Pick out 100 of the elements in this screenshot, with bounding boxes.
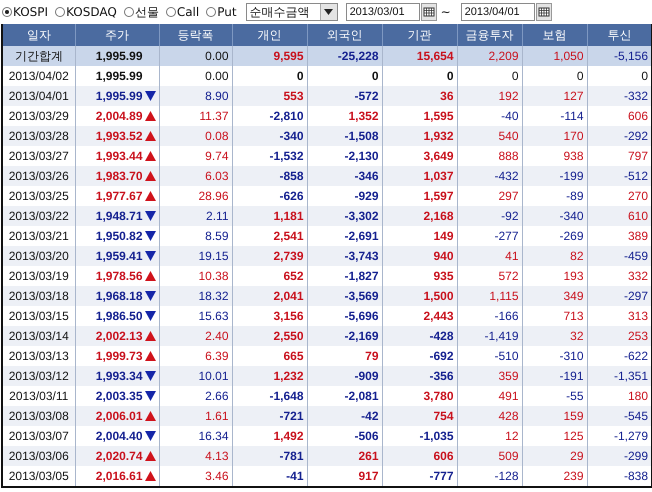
net-amount-cell: 1,037: [423, 169, 454, 183]
change-cell: 6.39: [205, 349, 228, 363]
net-amount-cell: 1,597: [423, 189, 454, 203]
date-cell: 2013/03/06: [8, 449, 69, 463]
column-header[interactable]: 투신: [587, 24, 652, 46]
net-amount-cell: 935: [433, 269, 454, 283]
net-amount-cell: 940: [433, 249, 454, 263]
change-cell: 8.59: [205, 229, 228, 243]
net-amount-cell: -838: [624, 469, 648, 483]
market-radio[interactable]: Call: [166, 5, 200, 19]
measure-dropdown[interactable]: 순매수금액: [246, 3, 338, 21]
market-radio[interactable]: KOSDAQ: [55, 5, 117, 19]
net-amount-cell: 2,041: [273, 289, 304, 303]
net-amount-cell: -332: [624, 89, 648, 103]
price-cell: 1,993.44: [96, 149, 142, 163]
net-amount-cell: -3,569: [344, 289, 378, 303]
net-amount-cell: 332: [628, 269, 648, 283]
column-header[interactable]: 기관: [382, 24, 457, 46]
end-date-field[interactable]: 2013/04/01: [460, 3, 535, 21]
net-amount-cell: 389: [628, 229, 648, 243]
market-radio[interactable]: 선물: [124, 4, 159, 20]
net-amount-cell: 2,550: [273, 329, 304, 343]
net-amount-cell: -572: [354, 89, 378, 103]
net-amount-cell: -89: [566, 189, 584, 203]
net-amount-cell: -909: [354, 369, 378, 383]
net-amount-cell: 313: [628, 309, 648, 323]
net-amount-cell: -1,827: [344, 269, 378, 283]
column-header[interactable]: 일자: [2, 24, 75, 46]
net-amount-cell: -42: [361, 409, 378, 423]
change-cell: 0.00: [205, 69, 228, 83]
start-date-field[interactable]: 2013/03/01: [346, 3, 420, 21]
price-cell: 1,978.56: [96, 269, 142, 283]
net-amount-cell: 540: [498, 129, 518, 143]
net-amount-cell: -340: [279, 129, 304, 143]
net-amount-cell: -1,279: [614, 429, 648, 443]
date-cell: 2013/04/02: [8, 69, 69, 83]
net-amount-cell: -310: [559, 349, 584, 363]
net-amount-cell: 2,443: [423, 309, 454, 323]
net-amount-cell: 0: [372, 69, 378, 83]
date-cell: 기간합계: [14, 48, 63, 62]
change-cell: 2.40: [205, 329, 228, 343]
net-amount-cell: 0: [446, 69, 454, 83]
market-radio[interactable]: Put: [206, 5, 237, 19]
net-amount-cell: -166: [494, 309, 518, 323]
net-amount-cell: -346: [354, 169, 378, 183]
date-cell: 2013/03/25: [8, 189, 69, 203]
net-amount-cell: 713: [563, 309, 584, 323]
column-header[interactable]: 개인: [232, 24, 307, 46]
net-amount-cell: -2,081: [344, 389, 378, 403]
net-amount-cell: 253: [628, 329, 648, 343]
net-amount-cell: 606: [628, 109, 648, 123]
net-amount-cell: -929: [354, 189, 378, 203]
column-header[interactable]: 주가: [75, 24, 159, 46]
net-amount-cell: -622: [624, 349, 648, 363]
net-amount-cell: -277: [494, 229, 518, 243]
net-amount-cell: 297: [498, 189, 518, 203]
net-amount-cell: -510: [494, 349, 518, 363]
net-amount-cell: -1,035: [419, 429, 454, 443]
net-amount-cell: 553: [283, 89, 304, 103]
change-cell: 11.37: [199, 109, 228, 123]
net-amount-cell: -1,351: [614, 369, 648, 383]
net-amount-cell: 1,352: [348, 109, 378, 123]
net-amount-cell: -545: [624, 409, 648, 423]
price-cell: 2,004.40: [96, 429, 142, 443]
net-amount-cell: 29: [570, 449, 584, 463]
price-cell: 2,006.01: [96, 409, 142, 423]
net-amount-cell: -3,743: [344, 249, 378, 263]
calendar-icon[interactable]: [420, 3, 437, 21]
price-cell: 1,995.99: [96, 89, 142, 103]
net-amount-cell: 36: [440, 89, 454, 103]
net-amount-cell: 2,209: [488, 49, 518, 63]
net-amount-cell: -692: [429, 349, 454, 363]
date-cell: 2013/03/12: [8, 369, 69, 383]
net-amount-cell: 797: [628, 149, 648, 163]
column-header[interactable]: 금융투자: [457, 24, 522, 46]
net-amount-cell: 239: [563, 469, 584, 483]
change-cell: 9.74: [205, 149, 228, 163]
date-cell: 2013/03/08: [8, 409, 69, 423]
net-amount-cell: 572: [498, 269, 518, 283]
net-amount-cell: 606: [433, 449, 454, 463]
net-amount-cell: 2,168: [423, 209, 454, 223]
net-amount-cell: -297: [624, 289, 648, 303]
change-cell: 6.03: [205, 169, 228, 183]
market-radio[interactable]: KOSPI: [2, 5, 48, 19]
net-amount-cell: -1,648: [269, 389, 304, 403]
date-cell: 2013/03/27: [8, 149, 69, 163]
net-amount-cell: -626: [279, 189, 304, 203]
net-amount-cell: 82: [570, 249, 584, 263]
column-header[interactable]: 보험: [522, 24, 587, 46]
column-header[interactable]: 등락폭: [159, 24, 232, 46]
change-cell: 16.34: [198, 429, 228, 443]
net-amount-cell: 2,739: [273, 249, 304, 263]
net-amount-cell: -459: [624, 249, 648, 263]
net-amount-cell: -512: [624, 169, 648, 183]
column-header[interactable]: 외국인: [307, 24, 382, 46]
date-cell: 2013/03/15: [8, 309, 69, 323]
price-cell: 2,002.13: [96, 329, 142, 343]
calendar-icon[interactable]: [536, 3, 552, 21]
net-amount-cell: 491: [498, 389, 518, 403]
net-amount-cell: 159: [563, 409, 584, 423]
